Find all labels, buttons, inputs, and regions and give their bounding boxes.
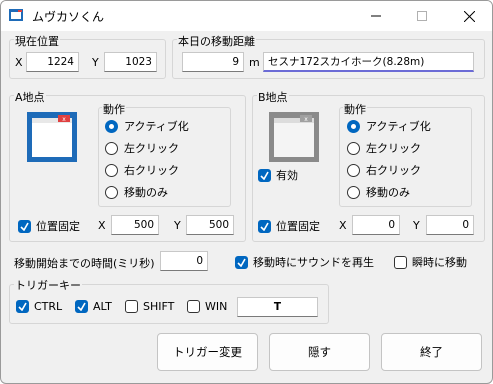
svg-text:x: x: [304, 116, 308, 123]
current-position-label: 現在位置: [14, 33, 60, 49]
point-a-x-label: X: [98, 219, 106, 232]
window-title: ムヴカソくん: [32, 10, 105, 24]
sound-checkbox[interactable]: 移動時にサウンドを再生: [235, 254, 374, 270]
point-b-radio-left-click[interactable]: 左クリック: [347, 140, 421, 156]
instant-move-checkbox[interactable]: 瞬時に移動: [394, 254, 467, 270]
point-a-window-icon: x: [27, 112, 77, 162]
hide-button[interactable]: 隠す: [269, 333, 370, 371]
point-b-radio-activate[interactable]: アクティブ化: [347, 118, 431, 134]
point-b-x-field[interactable]: 0: [352, 215, 400, 235]
point-a-fixed-checkbox[interactable]: 位置固定: [18, 218, 80, 234]
maximize-button[interactable]: [399, 1, 445, 31]
current-y-label: Y: [92, 56, 99, 69]
point-b-fixed-checkbox[interactable]: 位置固定: [258, 218, 320, 234]
point-b-label: B地点: [257, 89, 289, 105]
trigger-key-field[interactable]: T: [237, 297, 318, 317]
point-a-radio-right-click[interactable]: 右クリック: [105, 162, 179, 178]
check-icon: [20, 222, 29, 231]
check-icon: [260, 222, 269, 231]
point-a-y-field[interactable]: 500: [186, 215, 234, 235]
point-a-radio-move-only[interactable]: 移動のみ: [105, 184, 168, 200]
point-b-radio-move-only[interactable]: 移動のみ: [347, 184, 410, 200]
timing-label: 移動開始までの時間(ミリ秒): [14, 257, 155, 270]
check-icon: [237, 258, 246, 267]
minimize-button[interactable]: [353, 1, 399, 31]
change-trigger-button[interactable]: トリガー変更: [157, 333, 258, 371]
point-a-radio-left-click[interactable]: 左クリック: [105, 140, 179, 156]
current-x-field[interactable]: 1224: [26, 52, 79, 72]
app-window: ムヴカソくん 現在位置 X 1224 Y 1023 本日の移動距離 9 m セス…: [0, 0, 493, 384]
maximize-icon: [417, 11, 427, 21]
check-icon: [260, 171, 269, 180]
point-a-radio-activate[interactable]: アクティブ化: [105, 118, 189, 134]
current-x-label: X: [15, 56, 23, 69]
point-b-y-label: Y: [413, 219, 420, 232]
distance-field[interactable]: 9: [182, 52, 244, 72]
aircraft-field[interactable]: セスナ172スカイホーク(8.28m): [263, 52, 474, 72]
close-button[interactable]: [446, 1, 492, 31]
point-a-action-label: 動作: [102, 101, 126, 117]
point-b-enabled-checkbox[interactable]: 有効: [258, 167, 298, 183]
point-a-y-label: Y: [174, 219, 181, 232]
exit-button[interactable]: 終了: [381, 333, 482, 371]
app-icon: [9, 9, 23, 21]
check-icon: [77, 302, 86, 311]
svg-text:x: x: [62, 116, 66, 123]
check-icon: [18, 302, 27, 311]
trigger-key-label: トリガーキー: [14, 277, 82, 293]
distance-unit: m: [249, 56, 260, 69]
title-bar: ムヴカソくん: [1, 1, 492, 31]
shift-checkbox[interactable]: SHIFT: [125, 300, 174, 313]
alt-checkbox[interactable]: ALT: [75, 300, 112, 313]
point-b-window-icon: x: [269, 112, 319, 162]
current-y-field[interactable]: 1023: [104, 52, 157, 72]
point-b-x-label: X: [339, 219, 347, 232]
minimize-icon: [371, 15, 381, 17]
distance-label: 本日の移動距離: [177, 33, 256, 49]
close-icon: [463, 10, 475, 22]
point-a-label: A地点: [14, 89, 46, 105]
timing-field[interactable]: 0: [160, 251, 208, 271]
win-checkbox[interactable]: WIN: [187, 300, 227, 313]
ctrl-checkbox[interactable]: CTRL: [16, 300, 62, 313]
point-b-radio-right-click[interactable]: 右クリック: [347, 162, 421, 178]
point-b-action-label: 動作: [343, 101, 367, 117]
point-a-x-field[interactable]: 500: [111, 215, 159, 235]
point-b-y-field[interactable]: 0: [426, 215, 474, 235]
